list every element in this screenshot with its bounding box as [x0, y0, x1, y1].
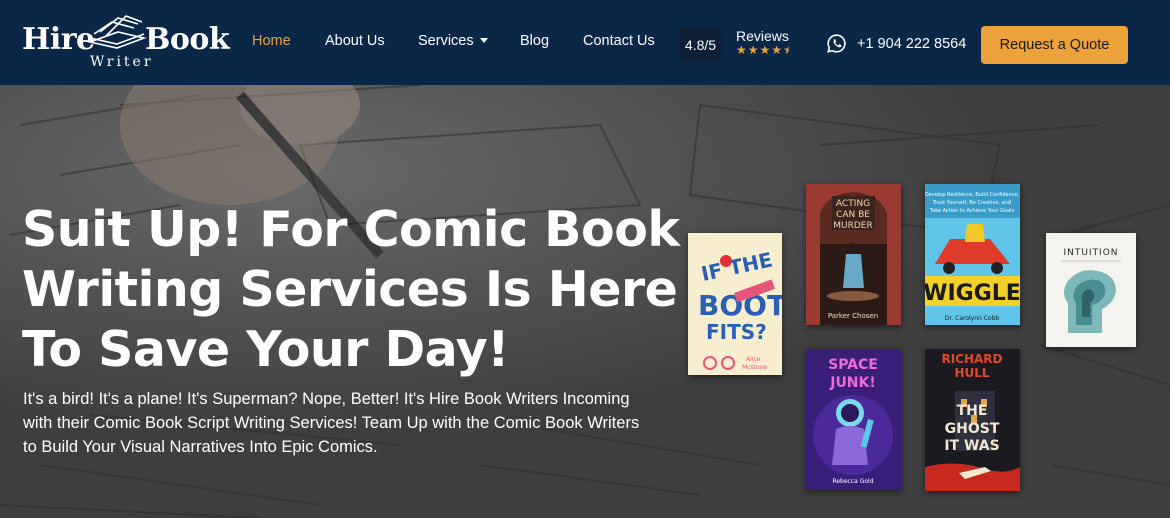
svg-text:ACTING: ACTING	[836, 199, 870, 209]
star-icon: ★	[747, 43, 759, 57]
svg-text:FITS?: FITS?	[706, 320, 767, 344]
svg-text:Mcstone: Mcstone	[742, 364, 767, 371]
svg-text:Dr. Carolynn Cobb: Dr. Carolynn Cobb	[945, 315, 1000, 322]
rating-score: 4.8/5	[680, 28, 721, 61]
svg-text:IT WAS: IT WAS	[944, 438, 999, 454]
svg-text:Develop Resilience, Build Conf: Develop Resilience, Build Confidence,	[925, 192, 1020, 198]
nav-services-label: Services	[418, 33, 474, 49]
svg-text:Alice: Alice	[746, 356, 761, 363]
hero-section: Suit Up! For Comic Book Writing Services…	[0, 85, 1170, 518]
book-cover-space-junk: SPACE JUNK! Rebecca Gold	[806, 349, 901, 490]
chevron-down-icon	[479, 37, 488, 43]
nav-blog-link[interactable]: Blog	[520, 33, 549, 49]
svg-text:GHOST: GHOST	[945, 421, 1000, 437]
book-cover-intuition: INTUITION	[1046, 233, 1136, 347]
svg-text:WIGGLE: WIGGLE	[925, 281, 1020, 306]
book-stack-icon	[87, 15, 147, 49]
book-cover-wiggle: Develop Resilience, Build Confidence, Tr…	[925, 184, 1020, 325]
svg-text:HULL: HULL	[954, 366, 989, 380]
logo-word-writer: Writer	[90, 54, 154, 70]
svg-text:Trust Yourself, Be Creative, a: Trust Yourself, Be Creative, and	[932, 200, 1011, 206]
hero-heading: Suit Up! For Comic Book Writing Services…	[22, 201, 680, 378]
phone-number-link[interactable]: +1 904 222 8564	[857, 36, 966, 52]
svg-text:RICHARD: RICHARD	[941, 352, 1002, 366]
reviews-label: Reviews	[736, 28, 789, 44]
nav-contact-link[interactable]: Contact Us	[583, 33, 655, 49]
svg-text:Take Action to Achieve Your Go: Take Action to Achieve Your Goals	[929, 208, 1015, 214]
brand-logo[interactable]: Hire Book Writer	[22, 14, 230, 74]
book-cover-acting-murder: ACTING CAN BE MURDER Parker Chosen	[806, 184, 901, 325]
logo-word-book: Book	[145, 22, 230, 57]
book-cover-boot-fits: IF THE BOOT FITS? Alice Mcstone	[688, 233, 782, 375]
nav-about-link[interactable]: About Us	[325, 33, 385, 49]
half-star-icon: ★	[783, 43, 794, 57]
star-icon: ★	[736, 43, 747, 57]
svg-text:INTUITION: INTUITION	[1063, 248, 1118, 258]
star-icon: ★	[771, 43, 783, 57]
svg-text:Rebecca Gold: Rebecca Gold	[832, 478, 873, 485]
nav-home-link[interactable]: Home	[252, 33, 291, 49]
svg-text:SPACE: SPACE	[828, 357, 878, 373]
svg-text:JUNK!: JUNK!	[829, 375, 876, 391]
svg-text:THE: THE	[957, 403, 988, 419]
rating-stars: ★ ★ ★ ★ ★	[736, 44, 794, 56]
svg-text:CAN BE: CAN BE	[836, 210, 870, 220]
svg-text:Parker Chosen: Parker Chosen	[828, 312, 878, 320]
whatsapp-icon[interactable]	[826, 33, 847, 54]
nav-services-dropdown[interactable]: Services	[418, 33, 488, 49]
hero-description: It's a bird! It's a plane! It's Superman…	[23, 390, 640, 456]
star-icon: ★	[759, 43, 771, 57]
svg-text:MURDER: MURDER	[833, 221, 872, 231]
top-navbar: Hire Book Writer Home About Us Services …	[0, 0, 1170, 85]
book-cover-ghost-it-was: RICHARD HULL THE GHOST IT WAS	[925, 349, 1020, 491]
request-quote-button[interactable]: Request a Quote	[981, 26, 1128, 64]
